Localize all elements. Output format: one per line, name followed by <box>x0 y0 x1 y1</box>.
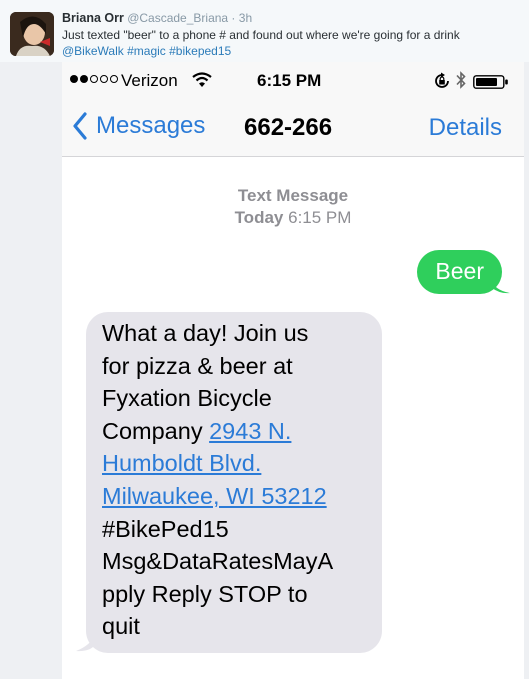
sent-bubble-tail <box>492 280 510 294</box>
tweet-meta: Briana Orr @Cascade_Briana · 3h <box>62 11 252 25</box>
tweet-author-name[interactable]: Briana Orr <box>62 11 124 25</box>
signal-strength-icon <box>70 75 118 83</box>
message-timestamp: Today 6:15 PM <box>62 208 524 228</box>
received-bubble-tail <box>76 630 96 652</box>
received-line: Fyxation Bicycle <box>102 385 272 412</box>
phone-screenshot: Verizon 6:15 PM Messages 662-266 Details… <box>62 62 524 679</box>
received-line: Msg&DataRatesMayA <box>102 548 334 575</box>
message-time: 6:15 PM <box>288 208 352 227</box>
wifi-icon <box>192 72 212 93</box>
tweet-header: Briana Orr @Cascade_Briana · 3h Just tex… <box>0 0 529 62</box>
carrier-name: Verizon <box>121 71 178 90</box>
signal-dot <box>110 75 118 83</box>
sent-message-bubble[interactable]: Beer <box>417 250 502 294</box>
signal-dot <box>80 75 88 83</box>
received-line-text: Company <box>102 417 210 444</box>
tweet-mention-bikewalk[interactable]: @BikeWalk <box>62 44 124 58</box>
tweet-separator: · <box>228 11 239 25</box>
back-button[interactable]: Messages <box>72 112 205 140</box>
details-button[interactable]: Details <box>429 114 502 142</box>
status-bar: Verizon 6:15 PM <box>62 62 524 100</box>
received-line: for pizza & beer at <box>102 352 293 379</box>
received-line: #BikePed15 <box>102 515 229 542</box>
message-date: Today <box>234 208 284 227</box>
address-link[interactable]: Humboldt Blvd. <box>102 450 261 476</box>
chevron-left-icon <box>73 112 87 140</box>
tweet-hashtag-magic[interactable]: #magic <box>127 44 166 58</box>
signal-dot <box>100 75 108 83</box>
rotation-lock-icon <box>433 72 451 95</box>
received-line: Humboldt Blvd. <box>102 447 370 480</box>
message-type-label: Text Message <box>237 186 349 205</box>
nav-bar: Messages 662-266 Details <box>62 100 524 157</box>
address-link[interactable]: 2943 N. <box>209 418 291 444</box>
sent-message-text: Beer <box>435 258 484 284</box>
received-line: What a day! Join us <box>102 320 309 346</box>
address-link[interactable]: Milwaukee, WI 53212 <box>102 483 327 509</box>
received-line: Milwaukee, WI 53212 <box>102 480 370 513</box>
received-line: Company 2943 N. <box>102 415 370 448</box>
status-time: 6:15 PM <box>257 71 322 90</box>
tweet-hashtag-bikeped15[interactable]: #bikeped15 <box>169 44 231 58</box>
avatar[interactable] <box>10 12 54 56</box>
tweet-body: Just texted "beer" to a phone # and foun… <box>62 27 522 59</box>
received-line: pply Reply STOP to <box>102 580 308 607</box>
tweet-time[interactable]: 3h <box>239 11 252 25</box>
tweet-hashtags: @BikeWalk #magic #bikeped15 <box>62 43 522 59</box>
contact-title: 662-266 <box>244 114 333 141</box>
received-line: quit <box>102 613 140 640</box>
tweet-text: Just texted "beer" to a phone # and foun… <box>62 28 460 42</box>
bluetooth-icon <box>456 70 466 95</box>
signal-dot <box>90 75 98 83</box>
battery-icon <box>473 74 509 94</box>
back-button-label: Messages <box>96 112 206 139</box>
tweet-author-handle[interactable]: @Cascade_Briana <box>127 11 228 25</box>
received-message-bubble[interactable]: What a day! Join us for pizza & beer at … <box>86 312 382 653</box>
signal-dot <box>70 75 78 83</box>
